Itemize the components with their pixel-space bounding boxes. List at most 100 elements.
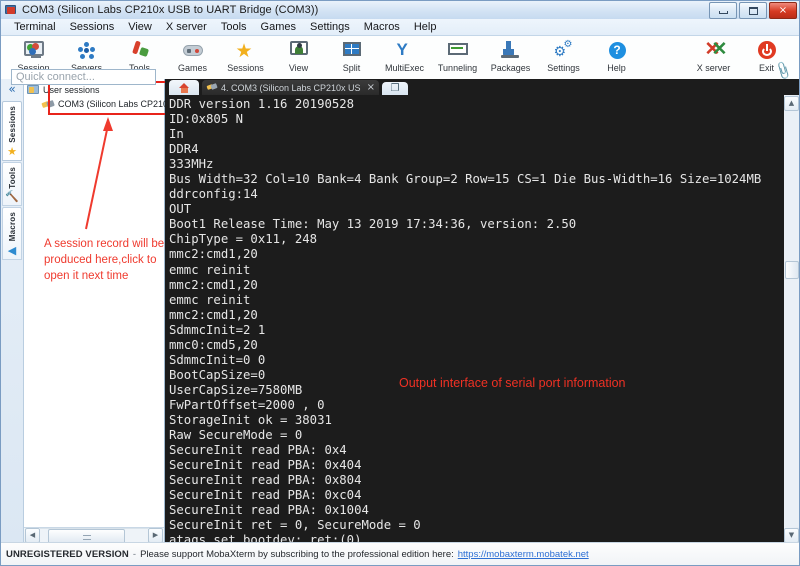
toolbar-label-settings: Settings bbox=[547, 63, 580, 73]
scroll-down-icon[interactable]: ▼ bbox=[784, 528, 799, 543]
toolbar-button-sessions[interactable]: ★ Sessions bbox=[219, 38, 272, 74]
menu-sessions[interactable]: Sessions bbox=[63, 20, 122, 34]
tree-item-label: User sessions bbox=[43, 85, 100, 95]
quick-connect-field[interactable]: Quick connect... bbox=[11, 69, 156, 85]
mobaxterm-window: COM3 (Silicon Labs CP210x USB to UART Br… bbox=[0, 0, 800, 566]
toolbar-label-help: Help bbox=[607, 63, 626, 73]
status-link[interactable]: https://mobaxterm.mobatek.net bbox=[458, 549, 589, 560]
sidebar-rail: « Sessions ★ Tools 🔨 Macros ◀ bbox=[1, 79, 24, 543]
serial-plug-icon bbox=[42, 98, 54, 110]
menu-x-server[interactable]: X server bbox=[159, 20, 214, 34]
scroll-up-icon[interactable]: ▲ bbox=[784, 96, 799, 111]
terminal-content: DDR version 1.16 20190528 ID:0x805 N In … bbox=[165, 95, 799, 543]
home-icon bbox=[178, 82, 190, 93]
sidebar-item-sessions[interactable]: Sessions ★ bbox=[2, 101, 22, 161]
macro-play-icon: ◀ bbox=[7, 243, 17, 257]
annotation-arrow bbox=[85, 117, 113, 230]
x-server-icon: ✕ ✕ bbox=[704, 39, 728, 60]
split-icon bbox=[340, 40, 364, 62]
toolbar-button-tunneling[interactable]: Tunneling bbox=[431, 38, 484, 73]
hscroll-track[interactable] bbox=[40, 528, 148, 544]
status-badge: UNREGISTERED VERSION bbox=[6, 548, 129, 560]
status-message: Please support MobaXterm by subscribing … bbox=[140, 548, 454, 560]
terminal-tab-bar: 4. COM3 (Silicon Labs CP210x US × ❐ bbox=[165, 79, 799, 95]
title-bar: COM3 (Silicon Labs CP210x USB to UART Br… bbox=[1, 1, 799, 19]
new-tab-icon: ❐ bbox=[390, 82, 400, 94]
menu-settings[interactable]: Settings bbox=[303, 20, 357, 34]
star-icon: ★ bbox=[7, 144, 17, 158]
toolbar-label-view: View bbox=[288, 63, 309, 73]
menu-macros[interactable]: Macros bbox=[357, 20, 407, 34]
toolbar-button-help[interactable]: ? Help bbox=[590, 38, 643, 73]
tunneling-icon bbox=[446, 40, 470, 62]
toolbar-label-exit: Exit bbox=[758, 63, 774, 73]
toolbar-label-split: Split bbox=[342, 63, 361, 73]
toolbar-label-x-server: X server bbox=[696, 63, 731, 73]
vscroll-track[interactable] bbox=[784, 111, 799, 527]
toolbar-button-split[interactable]: Split bbox=[325, 38, 378, 73]
terminal-tab-label: 4. COM3 (Silicon Labs CP210x US bbox=[221, 82, 361, 93]
serial-plug-icon bbox=[207, 83, 217, 92]
vscroll-thumb[interactable] bbox=[785, 261, 799, 279]
settings-gear-icon: ⚙ ⚙ bbox=[553, 39, 573, 60]
toolbar-label-games: Games bbox=[177, 63, 207, 73]
toolbar-button-games[interactable]: Games bbox=[166, 38, 219, 73]
terminal-tab-com3[interactable]: 4. COM3 (Silicon Labs CP210x US × bbox=[202, 80, 379, 95]
menu-help[interactable]: Help bbox=[407, 20, 444, 34]
menu-games[interactable]: Games bbox=[254, 20, 303, 34]
terminal-output[interactable]: DDR version 1.16 20190528 ID:0x805 N In … bbox=[165, 95, 783, 543]
toolbar-button-x-server[interactable]: ✕ ✕ X server bbox=[687, 38, 740, 74]
toolbar-button-session[interactable]: Session bbox=[7, 38, 60, 73]
main-body: « Sessions ★ Tools 🔨 Macros ◀ User sessi… bbox=[1, 79, 799, 544]
toolbar-label-packages: Packages bbox=[490, 63, 531, 73]
servers-icon bbox=[75, 40, 99, 62]
toolbar-button-tools[interactable]: Tools bbox=[113, 38, 166, 73]
sessions-horizontal-scrollbar[interactable]: ◀ ▶ bbox=[24, 527, 164, 544]
tree-item-com3[interactable]: COM3 (Silicon Labs CP210x USB bbox=[27, 97, 194, 111]
toolbar-button-multiexec[interactable]: Y MultiExec bbox=[378, 38, 431, 73]
status-bar: UNREGISTERED VERSION - Please support Mo… bbox=[1, 542, 799, 565]
tree-item-user-sessions[interactable]: User sessions bbox=[27, 83, 162, 97]
mobaxterm-icon bbox=[5, 4, 17, 16]
terminal-annotation-text: Output interface of serial port informat… bbox=[399, 376, 626, 390]
sidebar-item-tools[interactable]: Tools 🔨 bbox=[2, 161, 22, 207]
sessions-panel: User sessions COM3 (Silicon Labs CP210x … bbox=[24, 79, 194, 544]
toolbar-button-servers[interactable]: Servers bbox=[60, 38, 113, 73]
toolbar-label-tunneling: Tunneling bbox=[437, 63, 478, 73]
packages-icon bbox=[499, 40, 523, 62]
window-controls: × bbox=[709, 2, 797, 19]
close-icon[interactable]: × bbox=[367, 82, 375, 93]
toolbar-label-multiexec: MultiExec bbox=[384, 63, 424, 73]
folder-user-icon bbox=[27, 84, 39, 96]
session-icon bbox=[22, 40, 46, 62]
paperclip-icon[interactable]: 📎 bbox=[772, 61, 793, 81]
menu-view[interactable]: View bbox=[121, 20, 159, 34]
minimize-icon bbox=[718, 11, 728, 14]
window-title: COM3 (Silicon Labs CP210x USB to UART Br… bbox=[22, 4, 319, 16]
sidebar-item-label-tools: Tools bbox=[7, 166, 17, 189]
sidebar-item-label-sessions: Sessions bbox=[7, 106, 17, 143]
terminal-vertical-scrollbar[interactable]: ▲ ▼ bbox=[783, 95, 799, 543]
toolbar-button-view[interactable]: View bbox=[272, 38, 325, 73]
sidebar-item-macros[interactable]: Macros ◀ bbox=[2, 207, 22, 260]
minimize-button[interactable] bbox=[709, 2, 737, 19]
menu-tools[interactable]: Tools bbox=[214, 20, 254, 34]
maximize-icon bbox=[748, 6, 758, 15]
menu-terminal[interactable]: Terminal bbox=[7, 20, 63, 34]
quick-connect-placeholder: Quick connect... bbox=[16, 71, 95, 83]
tools-icon: 🔨 bbox=[5, 190, 19, 204]
scroll-right-icon[interactable]: ▶ bbox=[148, 528, 163, 543]
toolbar-button-settings[interactable]: ⚙ ⚙ Settings bbox=[537, 38, 590, 74]
close-button[interactable]: × bbox=[769, 2, 797, 19]
toolbar-button-packages[interactable]: Packages bbox=[484, 38, 537, 73]
terminal-area: 4. COM3 (Silicon Labs CP210x US × ❐ DDR … bbox=[165, 79, 799, 543]
home-tab[interactable] bbox=[169, 80, 199, 95]
view-icon bbox=[287, 40, 311, 62]
power-exit-icon bbox=[755, 40, 779, 62]
games-icon bbox=[181, 40, 205, 62]
status-separator: - bbox=[132, 548, 137, 560]
scroll-left-icon[interactable]: ◀ bbox=[25, 528, 40, 543]
maximize-button[interactable] bbox=[739, 2, 767, 19]
tools-icon bbox=[128, 40, 152, 62]
new-tab-button[interactable]: ❐ bbox=[381, 82, 408, 95]
